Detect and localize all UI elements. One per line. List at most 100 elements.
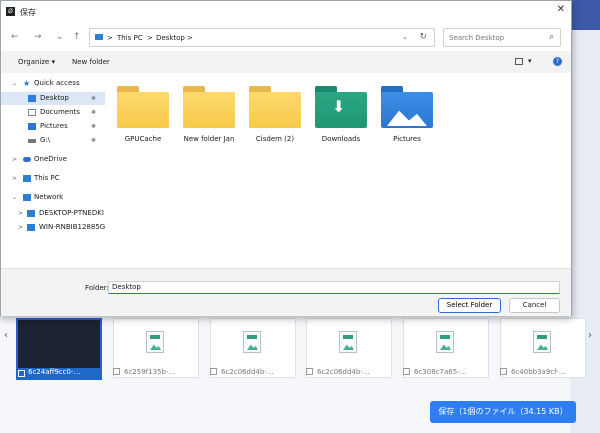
checkbox[interactable]	[500, 368, 507, 375]
view-icon[interactable]	[515, 58, 523, 65]
close-icon[interactable]: ✕	[557, 4, 565, 15]
command-bar: Organize ▾ New folder ▾ ?	[1, 51, 571, 73]
search-input[interactable]: Search Desktop ⌕	[443, 28, 561, 47]
folder-icon	[117, 84, 169, 128]
breadcrumb-this-pc[interactable]: This PC	[117, 34, 143, 42]
organize-button[interactable]: Organize ▾	[18, 58, 55, 66]
computer-icon	[27, 224, 35, 231]
folder-item[interactable]: Pictures	[374, 81, 440, 153]
checkbox[interactable]	[18, 370, 25, 377]
chevron-right-icon[interactable]: >	[18, 207, 23, 220]
address-bar[interactable]: > This PC > Desktop > ⌄ ↻	[89, 28, 435, 47]
folder-name: Cisdem (2)	[255, 135, 295, 143]
image-file-icon	[146, 331, 164, 353]
sidebar-item-label: This PC	[34, 174, 60, 182]
title-bar: Ø 保存 ✕	[1, 1, 571, 23]
sidebar-item-desktop[interactable]: Desktop ✱	[1, 92, 105, 105]
sidebar-item-label: Pictures	[40, 122, 68, 130]
chevron-right-icon[interactable]: >	[12, 172, 17, 185]
folder-name: GPUCache	[124, 135, 162, 143]
sidebar-item-desktop-ptnedki[interactable]: > DESKTOP-PTNEDKI	[1, 207, 105, 220]
folder-item[interactable]: GPUCache	[110, 81, 176, 153]
sidebar-item-pictures[interactable]: Pictures ✱	[1, 120, 105, 133]
sidebar-item-label: G:\	[40, 136, 51, 144]
pin-icon[interactable]: ✱	[91, 134, 96, 147]
dialog-title: 保存	[20, 8, 36, 17]
folder-item[interactable]: Cisdem (2)	[242, 81, 308, 153]
pin-icon[interactable]: ✱	[91, 120, 96, 133]
computer-icon	[27, 210, 35, 217]
chevron-down-icon[interactable]: ⌄	[402, 33, 408, 41]
sidebar-item-win-rnbib[interactable]: > WIN-RNBIB12885G	[1, 221, 105, 234]
folder-icon	[249, 84, 301, 128]
save-dialog: Ø 保存 ✕ ← → ⌄ ↑ > This PC > Desktop > ⌄ ↻…	[0, 0, 572, 316]
navigation-pane: ⌄ ★ Quick access Desktop ✱ Documents ✱ P…	[1, 73, 105, 268]
folder-name: Downloads	[321, 135, 361, 143]
new-folder-button[interactable]: New folder	[72, 58, 110, 66]
pin-icon[interactable]: ✱	[91, 106, 96, 119]
back-icon[interactable]: ←	[11, 32, 19, 42]
chevron-right-icon[interactable]: >	[18, 221, 23, 234]
forward-icon[interactable]: →	[34, 32, 42, 42]
thumbnail-label[interactable]: 6c2c06dd4b-…	[306, 368, 392, 380]
sidebar-item-quick-access[interactable]: ⌄ ★ Quick access	[1, 77, 105, 90]
sidebar-item-onedrive[interactable]: > OneDrive	[1, 153, 105, 166]
cancel-button[interactable]: Cancel	[509, 298, 560, 313]
search-icon: ⌕	[548, 32, 554, 42]
sidebar-item-network[interactable]: ⌄ Network	[1, 191, 105, 204]
sidebar-item-label: Network	[34, 193, 64, 201]
breadcrumb-separator: >	[107, 34, 113, 42]
up-icon[interactable]: ↑	[73, 32, 81, 42]
save-button[interactable]: 保存（1個のファイル（34.15 KB）	[430, 401, 576, 423]
folder-label: Folder:	[85, 284, 109, 292]
recent-locations-icon[interactable]: ⌄	[56, 32, 64, 42]
chevron-down-icon[interactable]: ⌄	[12, 77, 17, 90]
chevron-down-icon[interactable]: ⌄	[12, 191, 17, 204]
next-arrow-icon[interactable]: ›	[588, 330, 592, 341]
pin-icon[interactable]: ✱	[91, 92, 96, 105]
folder-icon	[183, 84, 235, 128]
download-arrow-icon: ⬇	[332, 97, 346, 116]
prev-arrow-icon[interactable]: ‹	[4, 330, 8, 341]
checkbox[interactable]	[113, 368, 120, 375]
thumbnail-label[interactable]: 6c2c06dd4b-…	[210, 368, 296, 380]
cloud-icon	[23, 157, 31, 162]
file-list: GPUCache New folder Jan Cisdem (2) ⬇ Dow…	[105, 73, 571, 268]
breadcrumb-desktop[interactable]: Desktop	[156, 34, 185, 42]
drive-icon	[28, 139, 36, 143]
search-placeholder: Search Desktop	[449, 34, 505, 42]
folder-item[interactable]: New folder Jan	[176, 81, 242, 153]
sidebar-item-label: Quick access	[34, 79, 80, 87]
dialog-footer: Folder: Desktop Select Folder Cancel	[1, 268, 571, 316]
sidebar-item-drive[interactable]: G:\ ✱	[1, 134, 105, 147]
chevron-right-icon[interactable]: >	[12, 153, 17, 166]
pc-icon	[23, 175, 31, 182]
sidebar-item-label: Desktop	[40, 94, 69, 102]
folder-input[interactable]: Desktop	[108, 281, 560, 294]
select-folder-button[interactable]: Select Folder	[438, 298, 501, 313]
thumbnail-label[interactable]: 6c24aff9cc0-…	[16, 368, 102, 380]
breadcrumb-separator: >	[187, 34, 193, 42]
sidebar-item-this-pc[interactable]: > This PC	[1, 172, 105, 185]
star-icon: ★	[23, 79, 31, 88]
thumbnail-label[interactable]: 6c259f135b-…	[113, 368, 199, 380]
checkbox[interactable]	[306, 368, 313, 375]
folder-item[interactable]: ⬇ Downloads	[308, 81, 374, 153]
checkbox[interactable]	[403, 368, 410, 375]
app-icon: Ø	[6, 7, 15, 16]
pictures-icon	[28, 123, 36, 130]
sidebar-item-label: Documents	[40, 108, 80, 116]
documents-icon	[28, 109, 36, 116]
thumbnail-label[interactable]: 6c40bb3a9cf-…	[500, 368, 586, 380]
refresh-icon[interactable]: ↻	[419, 32, 427, 42]
network-icon	[23, 194, 31, 201]
thumbnail-label[interactable]: 6c308c7a65-…	[403, 368, 489, 380]
sidebar-item-documents[interactable]: Documents ✱	[1, 106, 105, 119]
sidebar-item-label: DESKTOP-PTNEDKI	[39, 209, 104, 217]
image-file-icon	[243, 331, 261, 353]
checkbox[interactable]	[210, 368, 217, 375]
pc-icon	[95, 34, 103, 40]
chevron-down-icon[interactable]: ▾	[528, 57, 532, 65]
sidebar-item-label: OneDrive	[34, 155, 67, 163]
help-icon[interactable]: ?	[553, 57, 562, 66]
